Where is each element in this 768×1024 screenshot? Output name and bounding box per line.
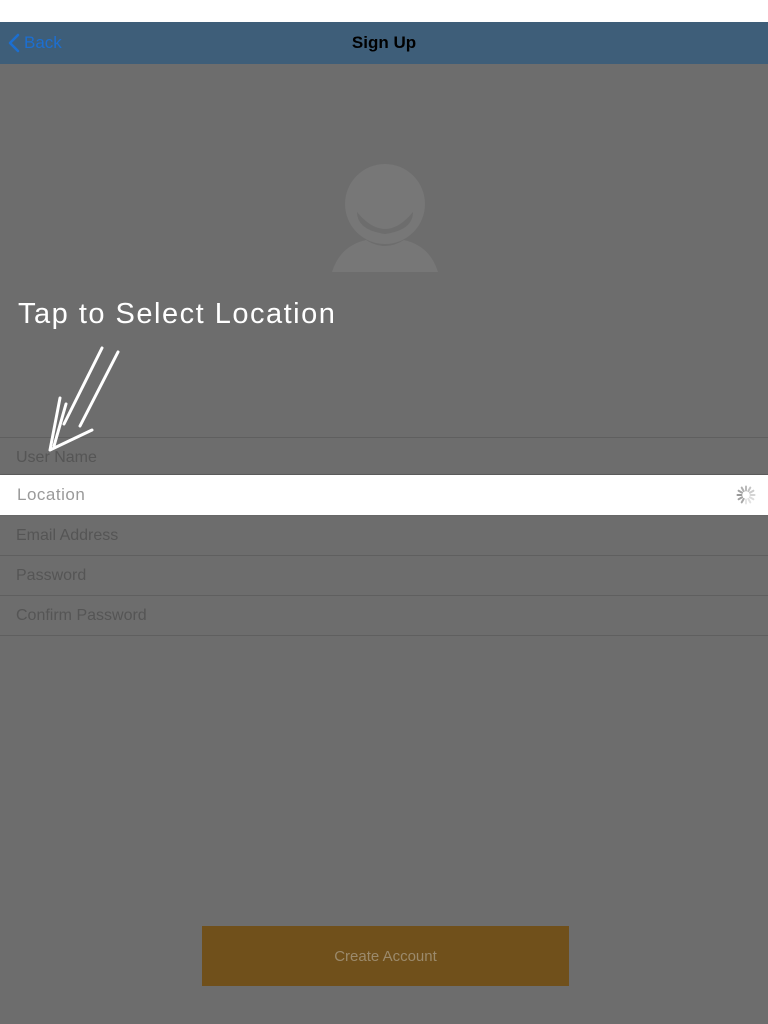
location-label: Location	[17, 485, 86, 504]
location-hint-text: Tap to Select Location	[18, 298, 337, 330]
status-bar	[0, 0, 768, 22]
user-avatar-icon[interactable]	[326, 160, 444, 274]
create-account-button[interactable]: Create Account	[202, 926, 569, 986]
password-field[interactable]	[0, 556, 768, 596]
email-field[interactable]	[0, 516, 768, 556]
confirm-password-input[interactable]	[16, 596, 716, 635]
email-input[interactable]	[16, 516, 716, 555]
loading-spinner-icon	[736, 485, 756, 505]
navigation-bar: Back Sign Up	[0, 22, 768, 65]
arrow-icon	[40, 340, 130, 460]
chevron-left-icon	[8, 33, 20, 53]
back-button[interactable]: Back	[8, 22, 62, 64]
confirm-password-field[interactable]	[0, 596, 768, 636]
page-title: Sign Up	[351, 33, 417, 52]
password-input[interactable]	[16, 556, 716, 595]
location-field[interactable]: Location	[0, 475, 768, 515]
back-label: Back	[24, 33, 62, 52]
